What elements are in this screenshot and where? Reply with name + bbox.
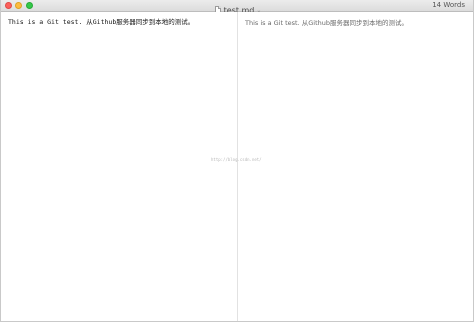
close-icon[interactable] [5, 2, 12, 9]
preview-text: This is a Git test. 从Github服务器同步到本地的测试。 [245, 19, 408, 27]
editor-text[interactable]: This is a Git test. 从Github服务器同步到本地的测试。 [8, 16, 194, 26]
watermark: http://blog.csdn.net/ [211, 157, 262, 162]
markdown-editor-pane[interactable]: This is a Git test. 从Github服务器同步到本地的测试。 [1, 12, 237, 321]
word-count[interactable]: 14 Words [432, 0, 465, 11]
title-bar[interactable]: test.md ⌄ 14 Words [1, 0, 473, 15]
preview-pane: This is a Git test. 从Github服务器同步到本地的测试。 [238, 12, 473, 321]
minimize-icon[interactable] [15, 2, 22, 9]
maximize-icon[interactable] [26, 2, 33, 9]
app-window: test.md ⌄ 14 Words This is a Git test. 从G… [0, 0, 474, 322]
